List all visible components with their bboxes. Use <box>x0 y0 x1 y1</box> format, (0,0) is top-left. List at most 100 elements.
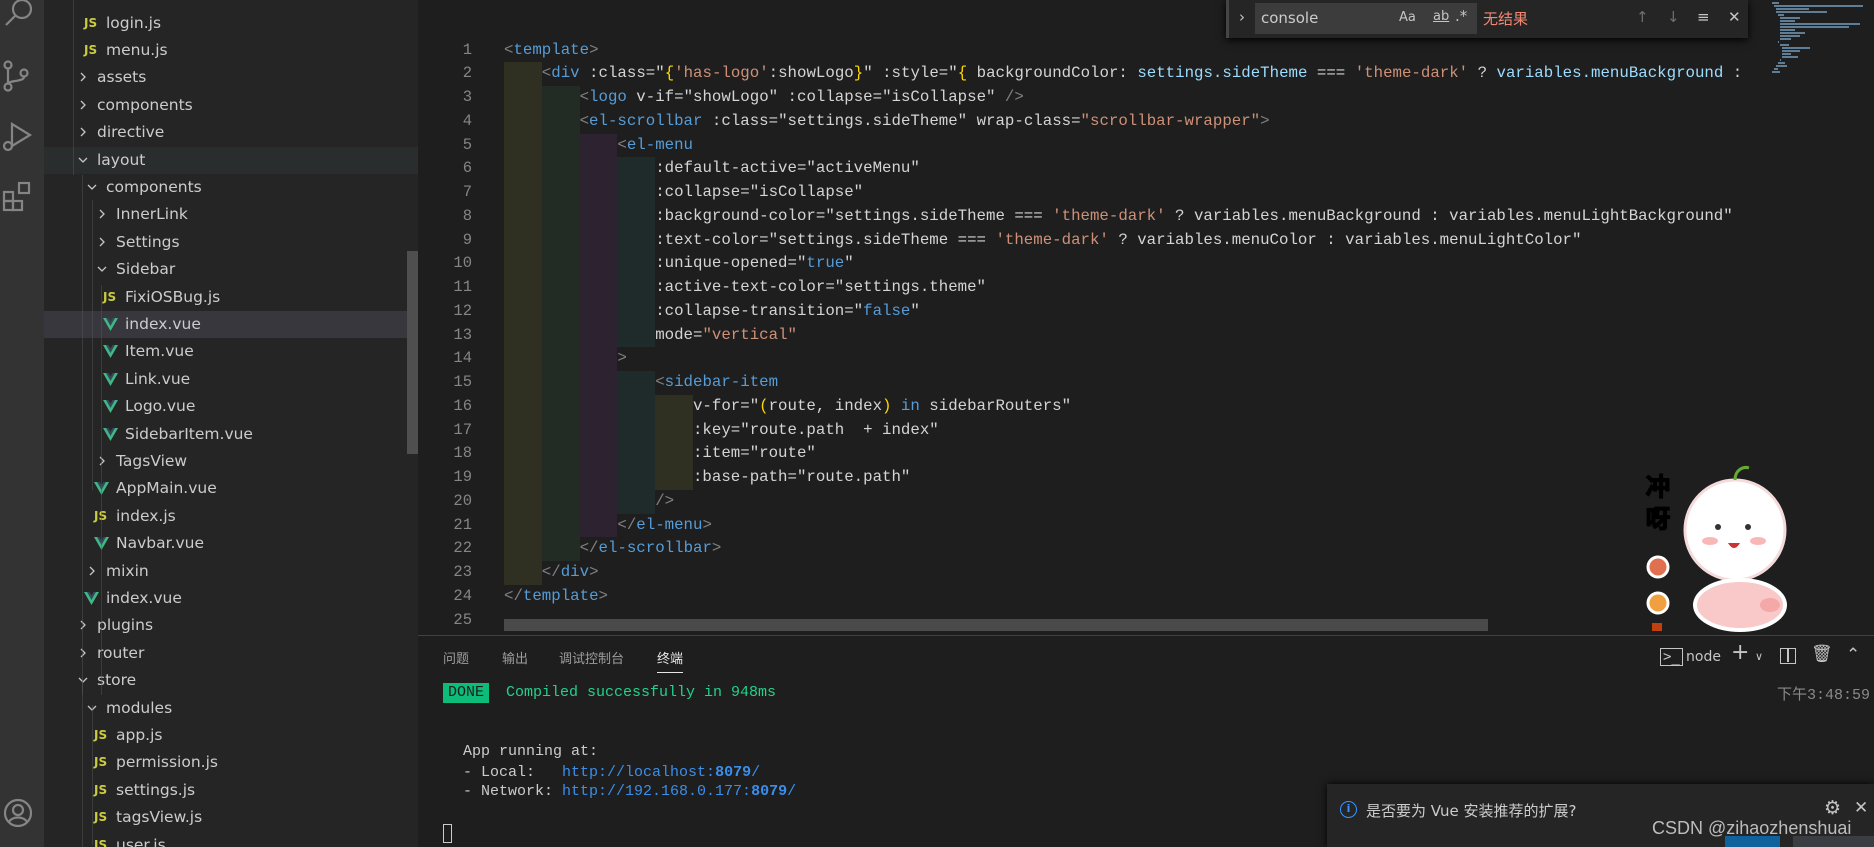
chevron-down-icon[interactable]: ∨ <box>1755 650 1763 663</box>
code-line[interactable]: /> <box>504 489 675 514</box>
indent-rainbow <box>504 109 542 134</box>
code-line[interactable]: v-for="(route, index) in sidebarRouters" <box>504 394 1071 419</box>
indent-rainbow <box>504 513 542 538</box>
code-token: el-menu <box>626 135 694 154</box>
line-number: 18 <box>453 444 472 463</box>
line-number: 11 <box>453 278 472 297</box>
item-label: index.vue <box>106 588 182 607</box>
code-line[interactable]: <template> <box>504 39 599 63</box>
line-number: 7 <box>462 183 472 202</box>
item-label: TagsView <box>116 451 188 470</box>
run-debug-icon[interactable] <box>2 120 34 152</box>
minimap-line <box>1780 26 1849 28</box>
tab-problems[interactable]: 问题 <box>443 648 469 667</box>
item-label: Logo.vue <box>125 397 196 416</box>
regex-button[interactable]: .* <box>1455 7 1467 25</box>
split-terminal-icon[interactable] <box>1780 648 1796 664</box>
item-label: user.js <box>116 835 166 847</box>
indent-rainbow <box>541 133 580 158</box>
find-in-selection-icon[interactable]: ≡ <box>1697 8 1710 26</box>
code-line[interactable]: <logo v-if="showLogo" :collapse="isColla… <box>504 86 1024 110</box>
code-line[interactable]: :background-color="settings.sideTheme ==… <box>504 204 1733 229</box>
code-line[interactable]: :active-text-color="settings.theme" <box>504 276 986 300</box>
folder-item[interactable]: InnerLink <box>44 201 418 228</box>
code-line[interactable]: </el-menu> <box>504 513 712 538</box>
local-url-link[interactable]: http://localhost:8079/ <box>562 764 760 781</box>
trash-icon[interactable]: 🗑 <box>1811 644 1833 664</box>
tab-terminal[interactable]: 终端 <box>657 648 684 673</box>
folder-item[interactable]: components <box>44 174 418 201</box>
next-match-icon[interactable]: ↓ <box>1667 8 1680 26</box>
explorer-scrollbar[interactable] <box>407 251 418 454</box>
close-icon[interactable]: ✕ <box>1854 798 1868 818</box>
code-token: "isCollapse" <box>882 88 996 107</box>
sticker-image: 冲 呀 <box>1645 466 1787 632</box>
code-token: "scrollbar-wrapper" <box>1080 111 1261 130</box>
close-icon[interactable]: ✕ <box>1728 8 1741 26</box>
maximize-panel-icon[interactable]: ⌃ <box>1846 645 1860 665</box>
folder-item[interactable]: Sidebar <box>44 256 418 283</box>
code-line[interactable]: :key="route.path + index" <box>504 418 939 443</box>
item-label: components <box>106 177 202 196</box>
editor-horizontal-scrollbar[interactable] <box>504 619 1488 631</box>
code-line[interactable]: <div :class="{'has-logo':showLogo}" :sty… <box>504 62 1742 87</box>
file-item[interactable]: JS menu.js <box>44 37 418 64</box>
folder-item[interactable]: assets <box>44 64 418 91</box>
file-item[interactable]: JS tagsView.js <box>44 804 418 831</box>
chevron-down-icon <box>97 266 107 273</box>
file-item[interactable]: JS app.js <box>44 722 418 749</box>
code-line[interactable]: :item="route" <box>504 442 816 467</box>
match-case-button[interactable]: Aa <box>1399 10 1416 25</box>
code-token: 'theme-dark' <box>995 230 1109 249</box>
code-line[interactable]: :base-path="route.path" <box>504 466 910 490</box>
toggle-replace-chevron-icon[interactable]: › <box>1239 8 1245 26</box>
code-line[interactable]: :text-color="settings.sideTheme === 'the… <box>504 228 1581 253</box>
code-token: :text-color= <box>655 230 769 249</box>
code-line[interactable]: </template> <box>504 585 608 609</box>
code-token: " <box>910 301 920 320</box>
code-token: < <box>579 88 590 107</box>
folder-item[interactable]: Settings <box>44 229 418 256</box>
tab-output[interactable]: 输出 <box>502 648 528 667</box>
code-line[interactable]: <sidebar-item <box>504 371 778 395</box>
terminal-selector[interactable]: node <box>1686 649 1721 665</box>
folder-item[interactable]: modules <box>44 695 418 722</box>
chevron-right-icon <box>80 72 86 82</box>
code-token: 'has-logo' <box>674 64 769 83</box>
code-line[interactable]: > <box>504 347 627 372</box>
code-line[interactable]: mode="vertical" <box>504 323 797 348</box>
code-line[interactable]: :default-active="activeMenu" <box>504 157 920 182</box>
code-token: template <box>513 40 590 59</box>
code-line[interactable]: <el-menu <box>504 133 694 158</box>
code-line[interactable]: :unique-opened="true" <box>504 252 854 277</box>
indent-rainbow <box>579 513 618 538</box>
indent-rainbow <box>541 157 580 182</box>
indent-rainbow <box>541 394 580 419</box>
terminal-cursor[interactable] <box>443 824 452 843</box>
extensions-icon[interactable] <box>2 180 34 212</box>
code-token: /> <box>655 491 675 510</box>
gear-icon[interactable]: ⚙ <box>1824 797 1841 819</box>
code-line[interactable]: :collapse="isCollapse" <box>504 181 863 205</box>
whole-word-button[interactable]: ab <box>1433 9 1449 24</box>
code-line[interactable]: </el-scrollbar> <box>504 537 721 562</box>
file-item[interactable]: JS login.js <box>44 10 418 37</box>
network-url-link[interactable]: http://192.168.0.177:8079/ <box>562 783 796 800</box>
tab-debug-console[interactable]: 调试控制台 <box>559 648 624 667</box>
file-item[interactable]: JS permission.js <box>44 749 418 776</box>
code-line[interactable]: </div> <box>504 561 599 585</box>
code-editor[interactable]: 1 <template> 2 <div :class="{'has-logo':sho… <box>418 0 1766 635</box>
search-icon[interactable] <box>4 0 36 28</box>
folder-item[interactable]: components <box>44 92 418 119</box>
file-item[interactable]: JS user.js <box>44 832 418 847</box>
previous-match-icon[interactable]: ↑ <box>1636 8 1649 26</box>
new-terminal-icon[interactable]: + <box>1731 640 1749 665</box>
source-control-icon[interactable] <box>2 60 34 92</box>
folder-item[interactable]: layout <box>44 146 418 174</box>
indent-rainbow <box>617 418 656 443</box>
account-icon[interactable] <box>2 797 34 829</box>
code-line[interactable]: <el-scrollbar :class="settings.sideTheme… <box>504 109 1270 134</box>
code-line[interactable]: :collapse-transition="false" <box>504 299 920 324</box>
file-item[interactable]: JS settings.js <box>44 777 418 804</box>
folder-item[interactable]: directive <box>44 119 418 146</box>
